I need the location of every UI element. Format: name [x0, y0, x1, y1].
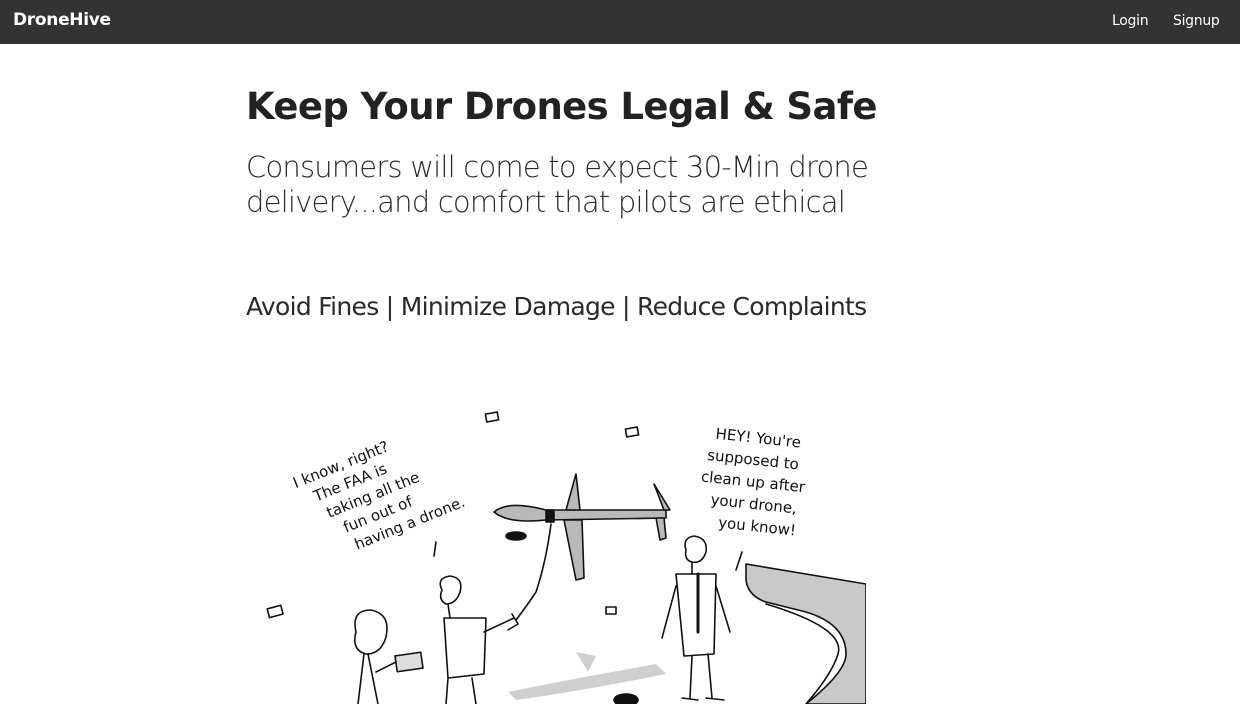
svg-text:HEY! You're supposed to: HEY! You're supposed to clean up after y…	[696, 424, 816, 541]
hero-headline: Keep Your Drones Legal & Safe	[246, 85, 877, 128]
drone-cartoon-illustration: I know, right? The FAA is taking all the…	[266, 411, 866, 704]
benefits-line: Avoid Fines | Minimize Damage | Reduce C…	[246, 292, 867, 321]
svg-text:I know, right? The FAA i: I know, right? The FAA is taking all the…	[290, 419, 467, 567]
login-link[interactable]: Login	[1112, 13, 1149, 29]
signup-link[interactable]: Signup	[1173, 13, 1220, 29]
top-navbar: DroneHive Login Signup	[0, 0, 1240, 44]
hero-subhead: Consumers will come to expect 30-Min dro…	[246, 150, 869, 219]
brand-logo-link[interactable]: DroneHive	[13, 10, 111, 30]
right-speech-line-5: you know!	[717, 513, 796, 539]
